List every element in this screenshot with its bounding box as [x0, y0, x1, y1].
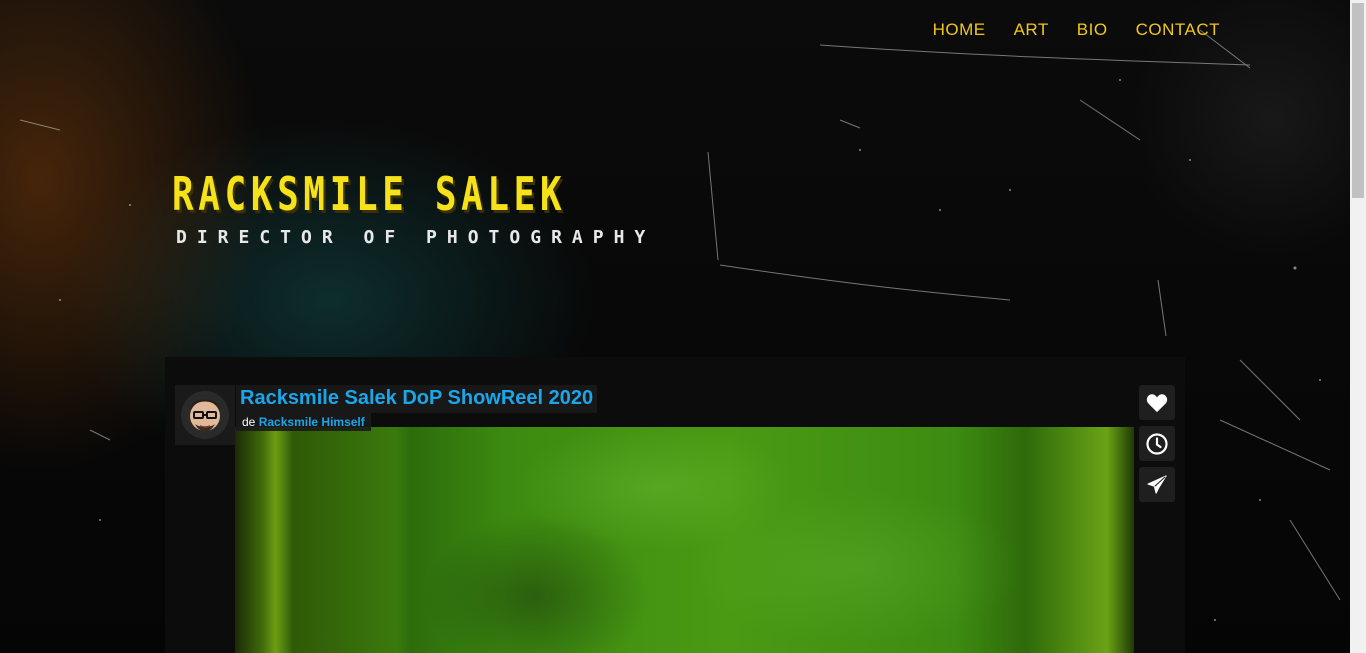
avatar-portrait-icon [181, 391, 229, 439]
watch-later-button[interactable] [1139, 426, 1175, 461]
author-link[interactable]: Racksmile Himself [259, 415, 365, 429]
page-scrollbar[interactable] [1350, 0, 1366, 653]
share-button[interactable] [1139, 467, 1175, 502]
byline-prefix: de [242, 415, 256, 429]
author-avatar[interactable] [175, 385, 235, 445]
nav-art[interactable]: ART [1014, 20, 1049, 40]
video-player[interactable]: Racksmile Salek DoP ShowReel 2020 de Rac… [165, 357, 1185, 653]
video-title-text[interactable]: Racksmile Salek DoP ShowReel 2020 [240, 387, 593, 409]
nav-bio[interactable]: BIO [1077, 20, 1108, 40]
video-byline: de Racksmile Himself [236, 413, 371, 431]
like-button[interactable] [1139, 385, 1175, 420]
player-side-buttons [1139, 385, 1175, 502]
clock-icon [1146, 432, 1168, 455]
paper-plane-icon [1147, 474, 1167, 494]
logo-title: RACKSMILE SALEK [172, 167, 567, 221]
video-frame[interactable] [235, 427, 1134, 653]
nav-contact[interactable]: CONTACT [1136, 20, 1220, 40]
heart-icon [1146, 393, 1168, 412]
main-nav: HOME ART BIO CONTACT [933, 20, 1220, 40]
nav-home[interactable]: HOME [933, 20, 986, 40]
scrollbar-thumb[interactable] [1352, 3, 1364, 198]
site-logo[interactable]: RACKSMILE SALEK DIRECTOR OF PHOTOGRAPHY [172, 165, 677, 248]
video-title[interactable]: Racksmile Salek DoP ShowReel 2020 [236, 385, 598, 413]
logo-subtitle: DIRECTOR OF PHOTOGRAPHY [176, 227, 656, 248]
